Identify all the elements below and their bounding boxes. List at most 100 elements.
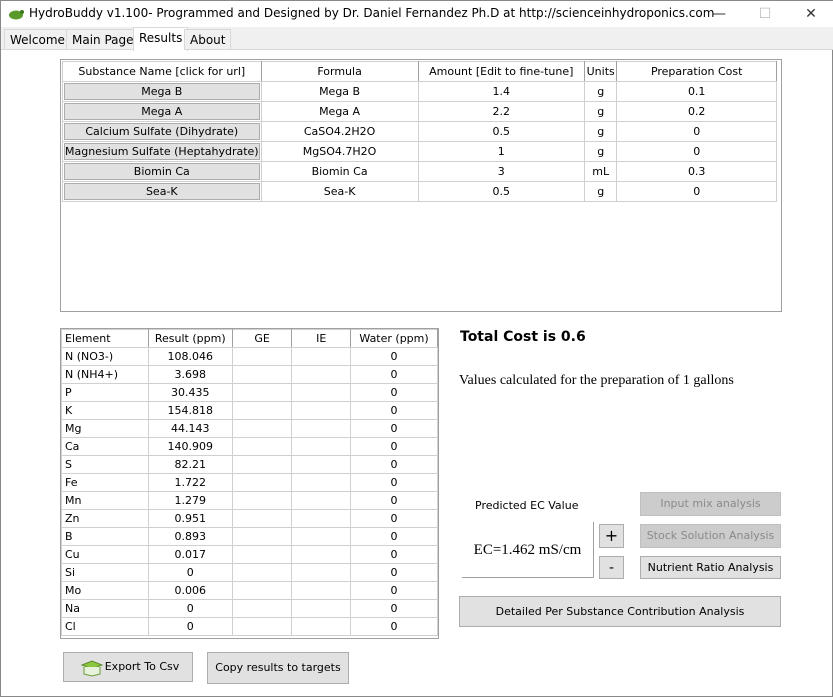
tab-about[interactable]: About (184, 29, 232, 50)
header-row: Substance Name [click for url] Formula A… (62, 61, 777, 82)
substance-name-button[interactable]: Sea-K (64, 183, 260, 200)
ec-value: EC=1.462 mS/cm (462, 522, 594, 578)
export-csv-button[interactable]: Export To Csv (63, 652, 193, 682)
water-cell: 0 (350, 401, 438, 420)
amount-cell[interactable]: 2.2 (417, 101, 585, 122)
element-row: P 30.435 0 (61, 383, 438, 402)
input-mix-analysis-button[interactable]: Input mix analysis (640, 492, 781, 516)
water-cell: 0 (350, 383, 438, 402)
ie-cell (291, 347, 352, 366)
result-cell: 30.435 (147, 383, 233, 402)
result-cell: 154.818 (147, 401, 233, 420)
result-cell: 0 (147, 563, 233, 582)
substance-row: Mega A Mega A 2.2 g 0.2 (62, 101, 777, 122)
ie-cell (291, 545, 352, 564)
result-cell: 1.722 (147, 473, 233, 492)
tab-results[interactable]: Results (133, 27, 189, 51)
ie-cell (291, 581, 352, 600)
water-cell: 0 (350, 545, 438, 564)
ge-cell (231, 545, 293, 564)
col-water[interactable]: Water (ppm) (350, 329, 438, 348)
units-cell: g (583, 101, 618, 122)
substances-table: Substance Name [click for url] Formula A… (62, 61, 777, 202)
ge-cell (231, 563, 293, 582)
ge-cell (231, 527, 293, 546)
close-button[interactable]: ✕ (788, 1, 833, 27)
substance-name-button[interactable]: Mega A (64, 103, 260, 120)
amount-cell[interactable]: 1 (417, 141, 585, 162)
element-cell: Cl (61, 617, 149, 636)
substance-row: Calcium Sulfate (Dihydrate) CaSO4.2H2O 0… (62, 121, 777, 142)
stock-solution-analysis-button[interactable]: Stock Solution Analysis (640, 524, 781, 548)
amount-cell[interactable]: 3 (417, 161, 585, 182)
formula-cell: Mega A (260, 101, 419, 122)
substance-name-cell: Mega B (62, 81, 262, 102)
element-row: Mn 1.279 0 (61, 491, 438, 510)
elements-grid: Element Result (ppm) GE IE Water (ppm) N… (60, 328, 439, 639)
col-cost[interactable]: Preparation Cost (616, 61, 777, 82)
ge-cell (231, 491, 293, 510)
col-units[interactable]: Units (583, 61, 618, 82)
result-cell: 0.893 (147, 527, 233, 546)
col-ie[interactable]: IE (291, 329, 352, 348)
col-amount[interactable]: Amount [Edit to fine-tune] (417, 61, 585, 82)
formula-cell: Sea-K (260, 181, 419, 202)
box-icon (80, 660, 104, 677)
header-row: Element Result (ppm) GE IE Water (ppm) (61, 329, 438, 348)
element-cell: N (NO3-) (61, 347, 149, 366)
ge-cell (231, 599, 293, 618)
cost-cell: 0 (616, 141, 777, 162)
element-row: Mo 0.006 0 (61, 581, 438, 600)
water-cell: 0 (350, 419, 438, 438)
element-row: K 154.818 0 (61, 401, 438, 420)
col-element[interactable]: Element (61, 329, 149, 348)
element-row: N (NH4+) 3.698 0 (61, 365, 438, 384)
ge-cell (231, 509, 293, 528)
element-row: Na 0 0 (61, 599, 438, 618)
amount-cell[interactable]: 1.4 (417, 81, 585, 102)
copy-results-button[interactable]: Copy results to targets (207, 652, 349, 684)
cost-cell: 0.1 (616, 81, 777, 102)
ie-cell (291, 599, 352, 618)
ec-plus-button[interactable]: + (599, 524, 624, 548)
substance-name-button[interactable]: Biomin Ca (64, 163, 260, 180)
element-row: Si 0 0 (61, 563, 438, 582)
col-ge[interactable]: GE (231, 329, 293, 348)
element-cell: S (61, 455, 149, 474)
ec-minus-button[interactable]: - (599, 556, 624, 579)
substance-name-cell: Magnesium Sulfate (Heptahydrate) (62, 141, 262, 162)
minimize-button[interactable]: — (696, 1, 742, 27)
detailed-contribution-button[interactable]: Detailed Per Substance Contribution Anal… (459, 596, 781, 627)
col-result[interactable]: Result (ppm) (147, 329, 233, 348)
nutrient-ratio-analysis-button[interactable]: Nutrient Ratio Analysis (640, 556, 781, 579)
element-row: B 0.893 0 (61, 527, 438, 546)
ie-cell (291, 419, 352, 438)
substance-name-button[interactable]: Magnesium Sulfate (Heptahydrate) (64, 143, 260, 160)
maximize-button[interactable]: ☐ (742, 1, 788, 27)
tab-main-page[interactable]: Main Page (66, 29, 140, 50)
water-cell: 0 (350, 527, 438, 546)
element-row: Cl 0 0 (61, 617, 438, 636)
element-cell: Si (61, 563, 149, 582)
substance-name-cell: Sea-K (62, 181, 262, 202)
amount-cell[interactable]: 0.5 (417, 181, 585, 202)
formula-cell: Mega B (260, 81, 419, 102)
col-formula[interactable]: Formula (260, 61, 419, 82)
ie-cell (291, 365, 352, 384)
ie-cell (291, 509, 352, 528)
tab-welcome[interactable]: Welcome (4, 29, 71, 50)
water-cell: 0 (350, 473, 438, 492)
element-row: Mg 44.143 0 (61, 419, 438, 438)
substance-row: Biomin Ca Biomin Ca 3 mL 0.3 (62, 161, 777, 182)
ie-cell (291, 563, 352, 582)
substance-name-button[interactable]: Mega B (64, 83, 260, 100)
amount-cell[interactable]: 0.5 (417, 121, 585, 142)
element-cell: Zn (61, 509, 149, 528)
water-cell: 0 (350, 365, 438, 384)
substances-grid: Substance Name [click for url] Formula A… (60, 59, 782, 312)
substance-name-button[interactable]: Calcium Sulfate (Dihydrate) (64, 123, 260, 140)
element-cell: Mn (61, 491, 149, 510)
ge-cell (231, 617, 293, 636)
app-logo-icon (9, 10, 24, 20)
col-substance-name[interactable]: Substance Name [click for url] (62, 61, 262, 82)
